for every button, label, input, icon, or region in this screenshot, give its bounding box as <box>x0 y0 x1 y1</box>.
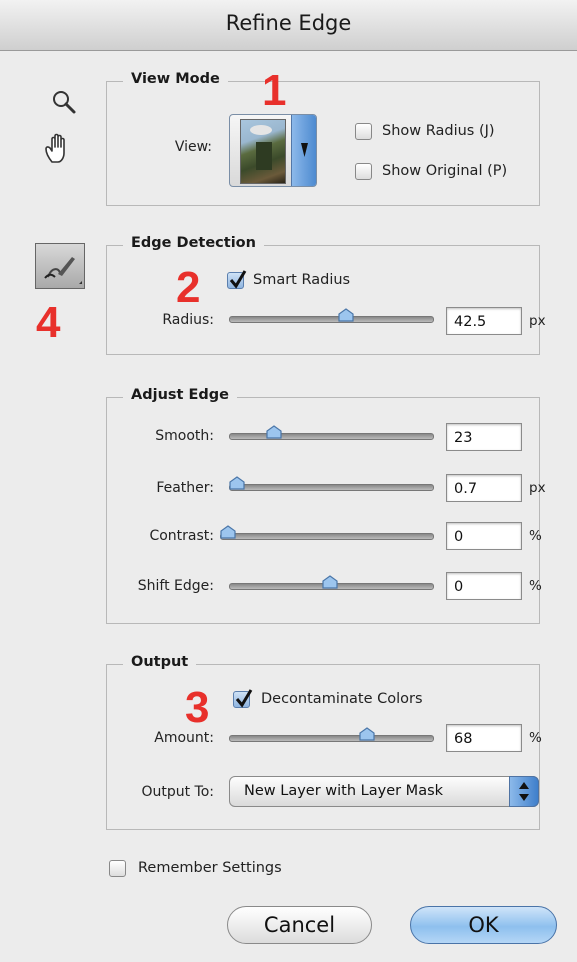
show-radius-label[interactable]: Show Radius (J) <box>382 123 495 139</box>
shift-edge-label: Shift Edge: <box>137 578 214 594</box>
hand-tool-icon[interactable] <box>42 132 78 166</box>
callout-2: 2 <box>176 263 201 312</box>
refine-edge-dialog: Refine Edge 4 View Mode 1 View: Show Rad… <box>0 0 577 962</box>
radius-input[interactable]: 42.5 <box>446 307 522 335</box>
feather-slider-track[interactable] <box>229 484 434 491</box>
edge-detection-legend: Edge Detection <box>123 235 264 251</box>
dropdown-arrow-icon <box>301 143 308 157</box>
smooth-input[interactable]: 23 <box>446 423 522 451</box>
smart-radius-label[interactable]: Smart Radius <box>253 272 350 288</box>
decontaminate-colors-label[interactable]: Decontaminate Colors <box>261 691 423 707</box>
show-radius-checkbox[interactable] <box>355 123 372 140</box>
remember-settings-label[interactable]: Remember Settings <box>138 860 282 876</box>
shift-edge-slider-thumb[interactable] <box>322 574 338 589</box>
radius-slider-track[interactable] <box>229 316 434 323</box>
shift-edge-input[interactable]: 0 <box>446 572 522 600</box>
contrast-input[interactable]: 0 <box>446 522 522 550</box>
output-to-value: New Layer with Layer Mask <box>244 783 444 799</box>
zoom-tool-icon[interactable] <box>50 88 78 116</box>
view-mode-legend: View Mode <box>123 71 228 87</box>
amount-input[interactable]: 68 <box>446 724 522 752</box>
contrast-unit: % <box>529 528 542 544</box>
contrast-label: Contrast: <box>149 528 214 544</box>
cancel-button[interactable]: Cancel <box>227 906 372 944</box>
ok-button[interactable]: OK <box>410 906 557 944</box>
shift-edge-unit: % <box>529 578 542 594</box>
feather-slider-thumb[interactable] <box>229 475 245 490</box>
radius-unit: px <box>529 313 546 329</box>
amount-slider-thumb[interactable] <box>359 726 375 741</box>
show-original-checkbox[interactable] <box>355 163 372 180</box>
output-to-select[interactable]: New Layer with Layer Mask <box>229 776 539 807</box>
output-legend: Output <box>123 654 197 670</box>
view-label: View: <box>174 139 212 155</box>
feather-unit: px <box>529 480 546 496</box>
amount-unit: % <box>529 730 542 746</box>
amount-label: Amount: <box>154 730 214 746</box>
show-original-label[interactable]: Show Original (P) <box>382 163 507 179</box>
contrast-slider-thumb[interactable] <box>220 524 236 539</box>
callout-1: 1 <box>262 66 287 115</box>
title-bar: Refine Edge <box>0 0 577 51</box>
view-thumbnail-image <box>240 119 286 184</box>
view-mode-thumbnail-dropdown[interactable] <box>229 114 317 187</box>
stepper-arrows-icon <box>519 782 529 801</box>
output-to-label: Output To: <box>141 784 214 800</box>
remember-settings-checkbox[interactable] <box>109 860 126 877</box>
view-dropdown-button[interactable] <box>291 115 316 186</box>
output-to-stepper[interactable] <box>509 776 539 807</box>
adjust-edge-legend: Adjust Edge <box>123 387 238 403</box>
callout-3: 3 <box>185 683 210 732</box>
decontaminate-colors-checkbox[interactable] <box>233 689 253 708</box>
window-title: Refine Edge <box>225 11 352 35</box>
contrast-slider-track[interactable] <box>220 533 434 540</box>
refine-radius-brush-icon[interactable] <box>35 243 85 289</box>
edge-detection-group: Edge Detection <box>106 235 540 355</box>
smooth-label: Smooth: <box>155 428 214 444</box>
feather-label: Feather: <box>156 480 214 496</box>
radius-slider-thumb[interactable] <box>338 307 354 322</box>
callout-4: 4 <box>36 298 61 347</box>
smooth-slider-thumb[interactable] <box>266 424 282 439</box>
amount-slider-track[interactable] <box>229 735 434 742</box>
radius-label: Radius: <box>162 312 214 328</box>
feather-input[interactable]: 0.7 <box>446 474 522 502</box>
smooth-slider-track[interactable] <box>229 433 434 440</box>
smart-radius-checkbox[interactable] <box>227 270 247 289</box>
